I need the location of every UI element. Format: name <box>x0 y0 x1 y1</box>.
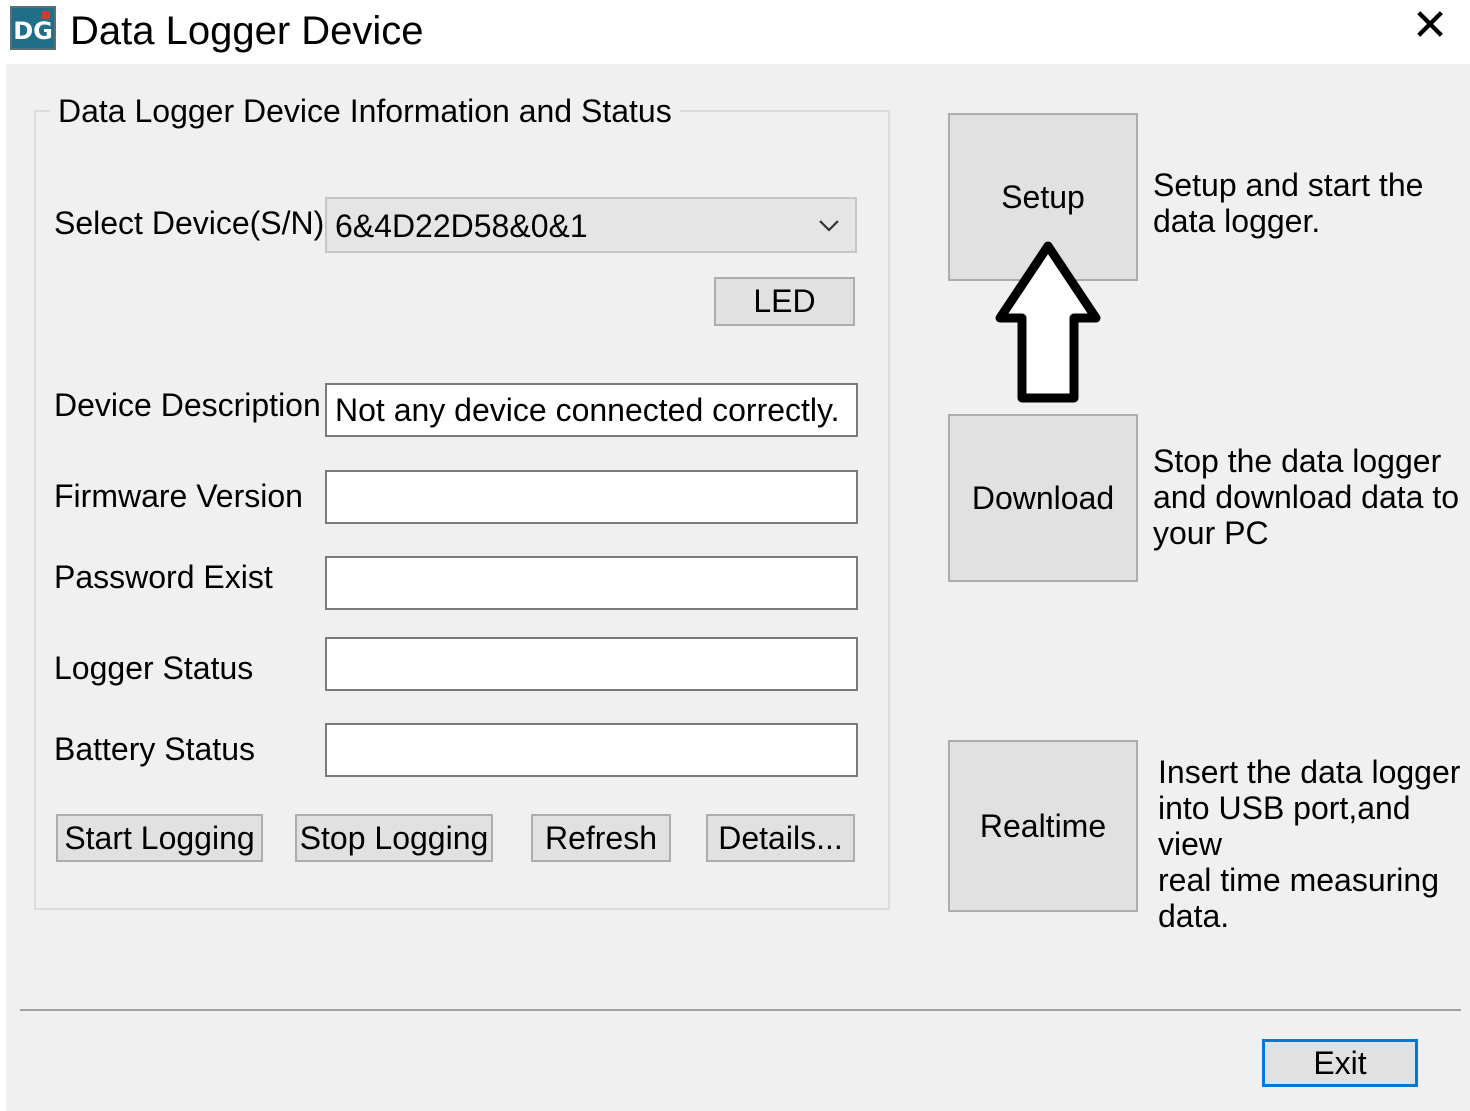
device-description-field: Not any device connected correctly. <box>325 383 858 437</box>
battery-status-field <box>325 723 858 777</box>
stop-logging-button[interactable]: Stop Logging <box>295 814 493 862</box>
window-title: Data Logger Device <box>70 9 424 53</box>
led-button[interactable]: LED <box>714 277 855 326</box>
battery-status-label: Battery Status <box>54 731 255 767</box>
chevron-down-icon <box>819 220 839 232</box>
device-description-label: Device Description <box>54 387 321 423</box>
setup-description: Setup and start the data logger. <box>1153 167 1424 239</box>
refresh-button[interactable]: Refresh <box>531 814 671 862</box>
device-select-value: 6&4D22D58&0&1 <box>335 208 588 244</box>
start-logging-button[interactable]: Start Logging <box>56 814 263 862</box>
logger-status-label: Logger Status <box>54 650 254 686</box>
select-device-label: Select Device(S/N) <box>54 205 325 241</box>
title-bar: DG Data Logger Device ✕ <box>0 0 1470 64</box>
footer-separator <box>20 1009 1461 1011</box>
download-description: Stop the data logger and download data t… <box>1153 443 1460 551</box>
app-icon: DG <box>10 6 56 50</box>
firmware-version-field <box>325 470 858 524</box>
close-icon[interactable]: ✕ <box>1408 4 1452 48</box>
realtime-description: Insert the data logger into USB port,and… <box>1158 754 1461 934</box>
realtime-button[interactable]: Realtime <box>948 740 1138 912</box>
firmware-version-label: Firmware Version <box>54 478 303 514</box>
groupbox-title: Data Logger Device Information and Statu… <box>50 90 680 132</box>
download-button[interactable]: Download <box>948 414 1138 582</box>
up-arrow-icon <box>995 241 1101 403</box>
device-select[interactable]: 6&4D22D58&0&1 <box>325 197 857 253</box>
logger-status-field <box>325 637 858 691</box>
exit-button[interactable]: Exit <box>1262 1039 1418 1087</box>
password-exist-field <box>325 556 858 610</box>
password-exist-label: Password Exist <box>54 559 273 595</box>
details-button[interactable]: Details... <box>706 814 855 862</box>
